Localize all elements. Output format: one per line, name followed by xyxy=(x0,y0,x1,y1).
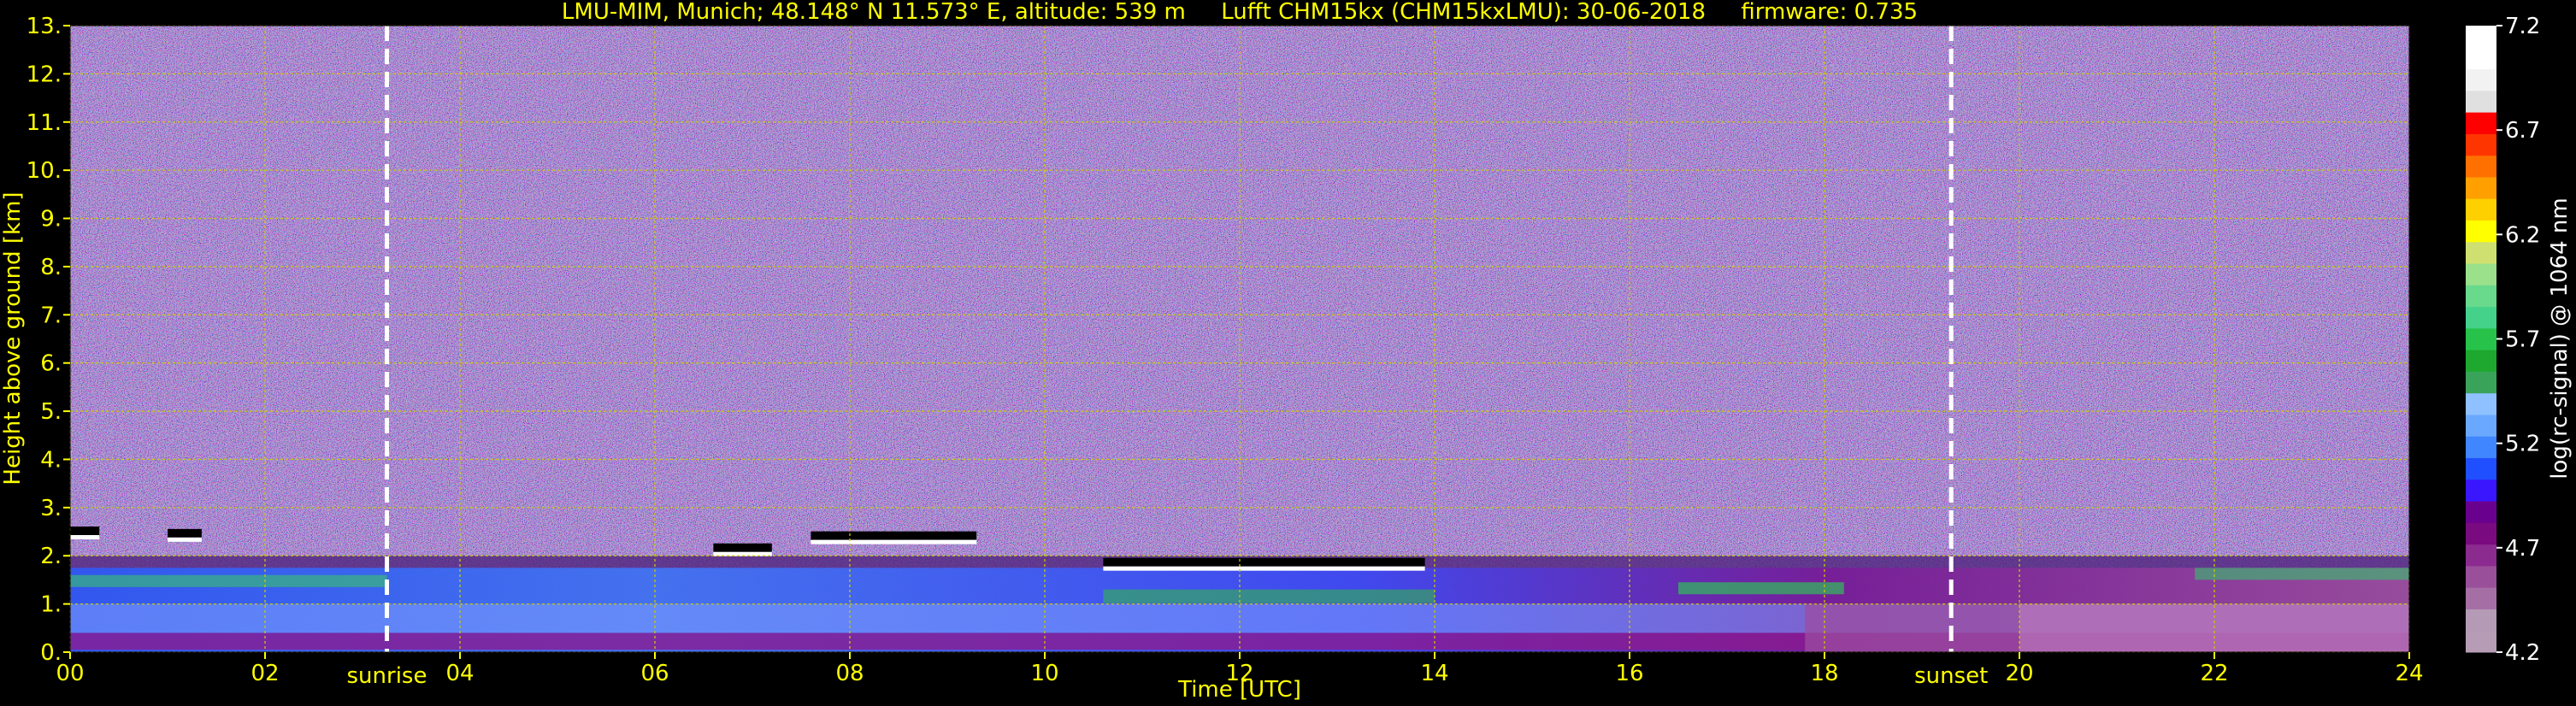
colorbar-label: log(rc-signal) @ 1064 nm xyxy=(2547,197,2573,479)
y-tick-label: 8. xyxy=(40,255,62,280)
x-tick-label: 22 xyxy=(2200,661,2228,686)
green-layer xyxy=(2195,568,2409,580)
colorbar-segment xyxy=(2466,133,2496,156)
colorbar-segment xyxy=(2466,327,2496,350)
x-tick-label: 10 xyxy=(1030,661,1058,686)
x-tick-label: 08 xyxy=(835,661,864,686)
colorbar-segment xyxy=(2466,522,2496,545)
x-tick-label: 14 xyxy=(1420,661,1448,686)
y-tick-label: 2. xyxy=(40,544,62,569)
colorbar-tick-label: 5.7 xyxy=(2505,327,2540,353)
colorbar-segment xyxy=(2466,392,2496,415)
cloud-layer-base xyxy=(811,539,977,544)
x-tick-label: 02 xyxy=(251,661,279,686)
colorbar-segment xyxy=(2466,479,2496,502)
colorbar-segment xyxy=(2466,26,2496,48)
colorbar-tick-label: 6.7 xyxy=(2505,118,2540,144)
sunset-label: sunset xyxy=(1914,663,1988,689)
x-tick-label: 18 xyxy=(1810,661,1838,686)
y-axis-label: Height above ground [km] xyxy=(0,191,26,485)
cloud-layer-base xyxy=(70,535,100,540)
colorbar-segment xyxy=(2466,457,2496,480)
y-tick-label: 11. xyxy=(27,110,62,136)
colorbar-segment xyxy=(2466,544,2496,567)
cloud-layer xyxy=(70,527,100,536)
y-tick-label: 10. xyxy=(27,158,62,184)
chart-title: LMU-MIM, Munich; 48.148° N 11.573° E, al… xyxy=(562,0,1918,25)
y-axis-ticks: 0.1.2.3.4.5.6.7.8.9.10.11.12.13. xyxy=(27,14,70,666)
colorbar-tick-label: 4.2 xyxy=(2505,640,2540,666)
sunrise-label: sunrise xyxy=(347,663,427,689)
colorbar-segment xyxy=(2466,112,2496,134)
colorbar-segment xyxy=(2466,220,2496,243)
colorbar-tick-label: 6.2 xyxy=(2505,222,2540,248)
x-axis-label: Time [UTC] xyxy=(1177,677,1301,703)
colorbar-tick-label: 5.2 xyxy=(2505,432,2540,457)
colorbar-segment xyxy=(2466,47,2496,70)
y-tick-label: 4. xyxy=(40,447,62,473)
colorbar-segment xyxy=(2466,501,2496,523)
ceilometer-chart: sunrise sunset LMU-MIM, Munich; 48.148° N… xyxy=(0,0,2573,703)
cloud-layer-base xyxy=(168,537,202,542)
colorbar-segment xyxy=(2466,68,2496,91)
x-tick-label: 16 xyxy=(1615,661,1643,686)
colorbar-segment xyxy=(2466,155,2496,178)
y-tick-label: 7. xyxy=(40,303,62,328)
cloud-layer-base xyxy=(1103,566,1425,571)
colorbar-segment xyxy=(2466,350,2496,372)
cloud-layer xyxy=(713,543,772,552)
y-tick-label: 6. xyxy=(40,351,62,377)
cloud-layer xyxy=(811,531,977,540)
x-tick-label: 00 xyxy=(56,661,84,686)
y-tick-label: 5. xyxy=(40,399,62,425)
colorbar-segment xyxy=(2466,587,2496,609)
x-tick-label: 20 xyxy=(2005,661,2033,686)
colorbar-tick-label: 4.7 xyxy=(2505,536,2540,562)
colorbar-segment xyxy=(2466,241,2496,264)
y-tick-label: 9. xyxy=(40,207,62,232)
colorbar-segment xyxy=(2466,90,2496,113)
colorbar-segment xyxy=(2466,371,2496,394)
colorbar-segment xyxy=(2466,176,2496,199)
colorbar-segment xyxy=(2466,414,2496,437)
colorbar-segment xyxy=(2466,263,2496,285)
colorbar-tick-label: 7.2 xyxy=(2505,14,2540,39)
colorbar-segment xyxy=(2466,609,2496,632)
green-layer xyxy=(1103,589,1435,603)
y-tick-label: 12. xyxy=(27,62,62,87)
y-tick-label: 13. xyxy=(27,14,62,39)
colorbar-ticks: 4.2 4.7 5.2 5.7 6.2 6.7 7.2 xyxy=(2496,14,2540,666)
colorbar-segment xyxy=(2466,306,2496,329)
x-tick-label: 06 xyxy=(640,661,669,686)
green-layer xyxy=(70,574,387,587)
plot-area: sunrise sunset xyxy=(69,25,2410,689)
x-tick-label: 24 xyxy=(2395,661,2423,686)
y-tick-label: 3. xyxy=(40,496,62,521)
x-tick-label: 04 xyxy=(445,661,474,686)
green-layer xyxy=(1678,582,1844,595)
colorbar-segment xyxy=(2466,436,2496,459)
colorbar-segment xyxy=(2466,630,2496,653)
colorbar-segment xyxy=(2466,565,2496,588)
y-tick-label: 1. xyxy=(40,592,62,618)
cloud-layer xyxy=(168,528,202,538)
cloud-layer xyxy=(1103,557,1425,567)
colorbar xyxy=(2466,26,2496,653)
colorbar-segment xyxy=(2466,285,2496,308)
colorbar-segment xyxy=(2466,198,2496,221)
